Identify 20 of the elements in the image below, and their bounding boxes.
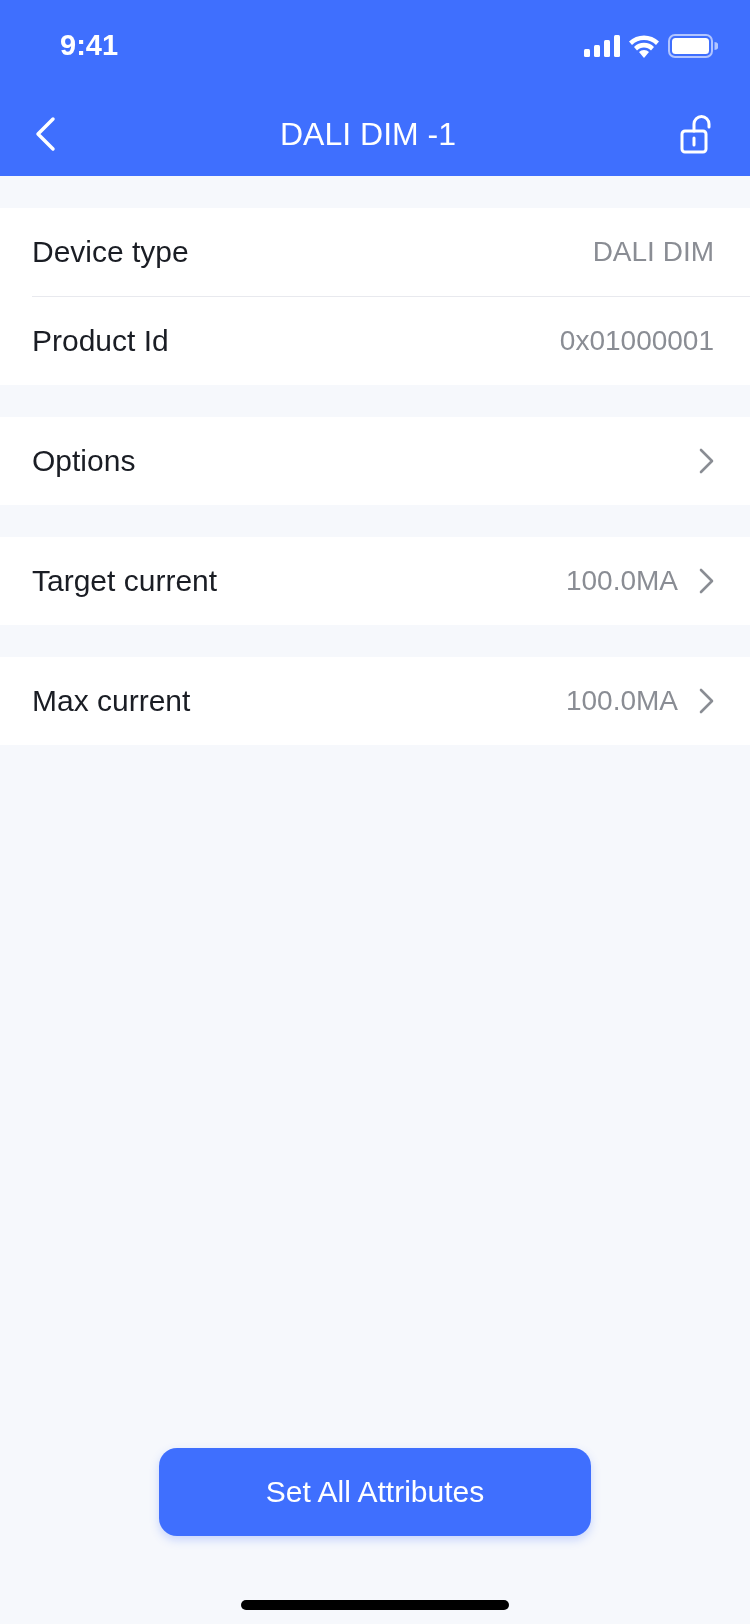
set-all-attributes-button[interactable]: Set All Attributes [159, 1448, 591, 1536]
wifi-icon [628, 34, 660, 58]
row-label: Device type [32, 235, 189, 269]
unlocked-padlock-icon[interactable] [680, 114, 714, 154]
chevron-right-icon[interactable] [698, 567, 714, 595]
chevron-right-icon[interactable] [698, 687, 714, 715]
screen-title: DALI DIM -1 [280, 115, 456, 153]
battery-icon [668, 34, 718, 58]
back-button[interactable] [34, 116, 56, 152]
row-label: Target current [32, 564, 218, 598]
row-value: 0x01000001 [559, 325, 714, 357]
signal-icon [584, 35, 620, 57]
row-label: Options [32, 444, 136, 478]
row-value: 100.0MA [565, 685, 678, 717]
chevron-right-icon[interactable] [698, 447, 714, 475]
row-label: Product Id [32, 324, 169, 358]
status-time: 9:41 [60, 28, 119, 62]
row-value: 100.0MA [565, 565, 678, 597]
row-label: Max current [32, 684, 191, 718]
row-value: DALI DIM [592, 236, 714, 268]
